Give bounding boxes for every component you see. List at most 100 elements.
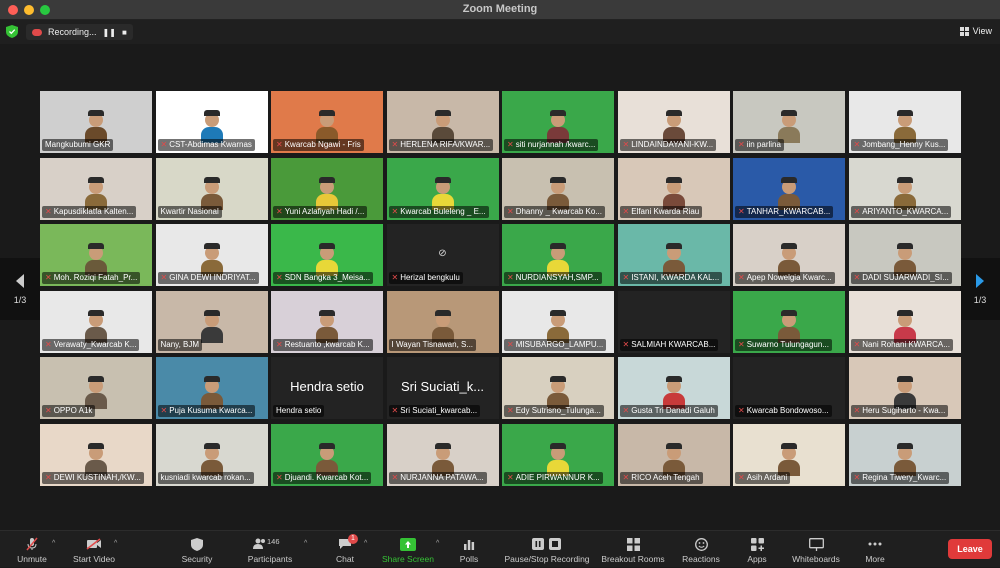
participant-tile[interactable]: ✕ Gusta Tri Danadi Galuh — [617, 357, 730, 419]
participant-tile[interactable]: ✕ TANHAR_KWARCAB... — [733, 157, 845, 220]
participant-tile[interactable]: ✕ siti nurjannah /kwarc... — [502, 91, 614, 153]
participant-tile[interactable]: ✕ Kwarcab Ngawi - Fris — [271, 91, 383, 153]
security-button[interactable]: Security — [178, 531, 216, 568]
participant-tile[interactable]: ✕ Puja Kusuma Kwarca... — [155, 357, 268, 419]
participant-name-label: ✕ Dhanny _ Kwarcab Ko... — [504, 205, 605, 218]
participant-name-label: ✕ Regina Tiwery_Kwarc... — [850, 471, 950, 484]
participant-tile[interactable]: Kwartir Nasional — [155, 157, 268, 220]
participant-name: Suwarno Tulungagun... — [746, 339, 829, 349]
participant-tile[interactable]: ✕ Regina Tiwery_Kwarc... — [848, 423, 961, 486]
stop-recording-icon[interactable]: ■ — [122, 28, 127, 37]
participants-options-chevron-icon[interactable]: ^ — [304, 540, 307, 547]
participant-tile[interactable]: ✕ HERLENA RIFA/KWAR... — [386, 91, 499, 153]
participant-tile[interactable]: ✕ SALMIAH KWARCAB... — [617, 290, 730, 353]
participant-tile[interactable]: ✕ GINA DEWI INDRIYAT... — [155, 224, 268, 286]
previous-page-button[interactable]: 1/3 — [0, 258, 40, 320]
participant-tile[interactable]: ✕ Edy Sutrisno_Tulunga... — [502, 357, 614, 419]
participant-tile[interactable]: ✕ iin parlina — [733, 91, 845, 153]
participant-tile[interactable]: ✕ Kwarcab Buleleng _ E... — [386, 157, 499, 220]
reactions-button[interactable]: Reactions — [680, 531, 722, 568]
participant-tile[interactable]: ✕ Jombang_Henny Kus... — [848, 91, 961, 153]
participant-tile[interactable]: ✕ ARIYANTO_KWARCA... — [848, 157, 961, 220]
participant-tile[interactable]: ✕ Restuanto ,kwarcab K... — [271, 290, 383, 353]
polls-button[interactable]: Polls — [454, 531, 484, 568]
participant-name-label: ✕ CST-Abdimas Kwarnas — [157, 139, 255, 151]
audio-options-chevron-icon[interactable]: ^ — [52, 540, 55, 547]
mic-muted-icon: ✕ — [622, 140, 630, 149]
participant-name-label: ✕ Restuanto ,kwarcab K... — [273, 338, 373, 351]
pause-stop-recording-button[interactable]: Pause/Stop Recording — [502, 531, 592, 568]
leave-button[interactable]: Leave — [948, 539, 992, 559]
participant-name: Puja Kusuma Kwarca... — [169, 406, 253, 415]
participant-tile[interactable]: ✕ Nani Rohani KWARCA... — [848, 290, 961, 353]
participant-tile[interactable]: ✕ MISUBARGO_LAMPU... — [502, 290, 614, 353]
share-screen-label: Share Screen — [382, 554, 434, 564]
participant-tile[interactable]: Nany, BJM — [155, 290, 268, 353]
more-button[interactable]: More — [860, 531, 890, 568]
participant-tile[interactable]: ✕ Moh. Roziqi Fatah_Pr... — [40, 224, 152, 286]
participant-tile[interactable]: Hendra setio Hendra setio — [271, 357, 383, 419]
participant-tile[interactable]: I Wayan Tisnawan, S... — [386, 290, 499, 353]
participant-tile[interactable]: kusniadi kwarcab rokan... — [155, 423, 268, 486]
video-options-chevron-icon[interactable]: ^ — [114, 540, 117, 547]
chat-options-chevron-icon[interactable]: ^ — [364, 540, 367, 547]
participant-tile[interactable]: ✕ Dhanny _ Kwarcab Ko... — [502, 157, 614, 220]
start-video-button[interactable]: Start Video — [68, 531, 120, 568]
participant-tile[interactable]: ✕ RICO Aceh Tengah — [617, 423, 730, 486]
breakout-rooms-button[interactable]: Breakout Rooms — [600, 531, 666, 568]
participant-tile[interactable]: ✕ Kwarcab Bondowoso... — [733, 357, 845, 419]
chat-button[interactable]: 1 Chat — [330, 531, 360, 568]
participant-name: Gusta Tri Danadi Galuh — [631, 406, 715, 415]
participant-tile[interactable]: ✕ Kapusdiklatfa Kalten... — [40, 157, 152, 220]
participant-name-label: ✕ Kapusdiklatfa Kalten... — [42, 205, 137, 218]
participant-tile[interactable]: ✕ ADIE PIRWANNUR K... — [502, 423, 614, 486]
participant-name-label: ✕ Djuandi. Kwarcab Kot... — [273, 471, 372, 484]
participant-tile[interactable]: ✕ Apep Nowelgia Kwarc... — [733, 224, 845, 286]
participant-tile[interactable]: ✕ Yuni Azlafiyah Hadi /... — [271, 157, 383, 220]
participant-name-label: Nany, BJM — [157, 338, 203, 351]
participant-tile[interactable]: ✕ Verawaty_Kwarcab K... — [40, 290, 152, 353]
participant-tile[interactable]: ✕ SDN Bangka 3_Meisa... — [271, 224, 383, 286]
participant-tile[interactable]: ✕ NURDIANSYAH,SMP... — [502, 224, 614, 286]
share-screen-button[interactable]: Share Screen — [380, 531, 436, 568]
unmute-button[interactable]: Unmute — [10, 531, 54, 568]
participant-tile[interactable]: Sri Suciati_k... ✕ Sri Suciati_kwarcab... — [386, 357, 499, 419]
mic-muted-icon: ✕ — [738, 273, 745, 282]
participant-name: DADI SUJARWADI_SI... — [862, 273, 949, 282]
participant-tile[interactable]: ✕ DADI SUJARWADI_SI... — [848, 224, 961, 286]
participant-tile[interactable]: ✕ Djuandi. Kwarcab Kot... — [271, 423, 383, 486]
participant-tile[interactable]: Mangkubumi GKR — [40, 91, 152, 153]
more-dots-icon — [866, 537, 884, 551]
participant-name: Verawaty_Kwarcab K... — [53, 339, 137, 349]
participant-tile[interactable]: ✕ LINDAINDAYANI-KW... — [617, 91, 730, 153]
participant-tile[interactable]: ✕ Elfani Kwarda Riau — [617, 157, 730, 220]
participant-tile[interactable]: ✕ Suwarno Tulungagun... — [733, 290, 845, 353]
reactions-label: Reactions — [682, 554, 720, 564]
participant-name: Nani Rohani KWARCA... — [862, 339, 950, 349]
next-page-button[interactable]: 1/3 — [960, 258, 1000, 320]
participant-tile[interactable]: ✕ Heru Sugiharto - Kwa... — [848, 357, 961, 419]
whiteboards-button[interactable]: Whiteboards — [788, 531, 844, 568]
participant-name-label: ✕ Moh. Roziqi Fatah_Pr... — [42, 272, 141, 284]
participant-name: Jombang_Henny Kus... — [862, 140, 946, 149]
share-options-chevron-icon[interactable]: ^ — [436, 540, 439, 547]
participant-tile[interactable]: ✕ DEWI KUSTINAH,/KW... — [40, 423, 152, 486]
participant-tile[interactable]: ✕ Asih Ardani — [733, 423, 845, 486]
mic-muted-icon: ✕ — [45, 273, 52, 282]
participant-tile[interactable]: ✕ ISTANI, KWARDA KAL... — [617, 224, 730, 286]
participant-name: MISUBARGO_LAMPU... — [515, 339, 604, 349]
view-button[interactable]: View — [959, 26, 992, 36]
participants-button[interactable]: 146 Participants — [244, 531, 296, 568]
shield-icon[interactable] — [6, 25, 18, 38]
participant-name: SDN Bangka 3_Meisa... — [284, 273, 371, 282]
participant-name: I Wayan Tisnawan, S... — [391, 339, 474, 349]
pause-recording-icon[interactable]: ❚❚ — [103, 28, 116, 37]
mic-muted-icon: ✕ — [276, 140, 283, 149]
apps-button[interactable]: Apps — [742, 531, 772, 568]
participant-tile[interactable]: ✕ OPPO A1k — [40, 357, 152, 419]
participant-tile[interactable]: ⊘ ✕ Herizal bengkulu — [386, 224, 499, 286]
mic-muted-icon: ✕ — [622, 206, 630, 216]
participant-name: Regina Tiwery_Kwarc... — [862, 472, 947, 482]
participant-tile[interactable]: ✕ CST-Abdimas Kwarnas — [155, 91, 268, 153]
participant-tile[interactable]: ✕ NURJANNA PATAWA... — [386, 423, 499, 486]
